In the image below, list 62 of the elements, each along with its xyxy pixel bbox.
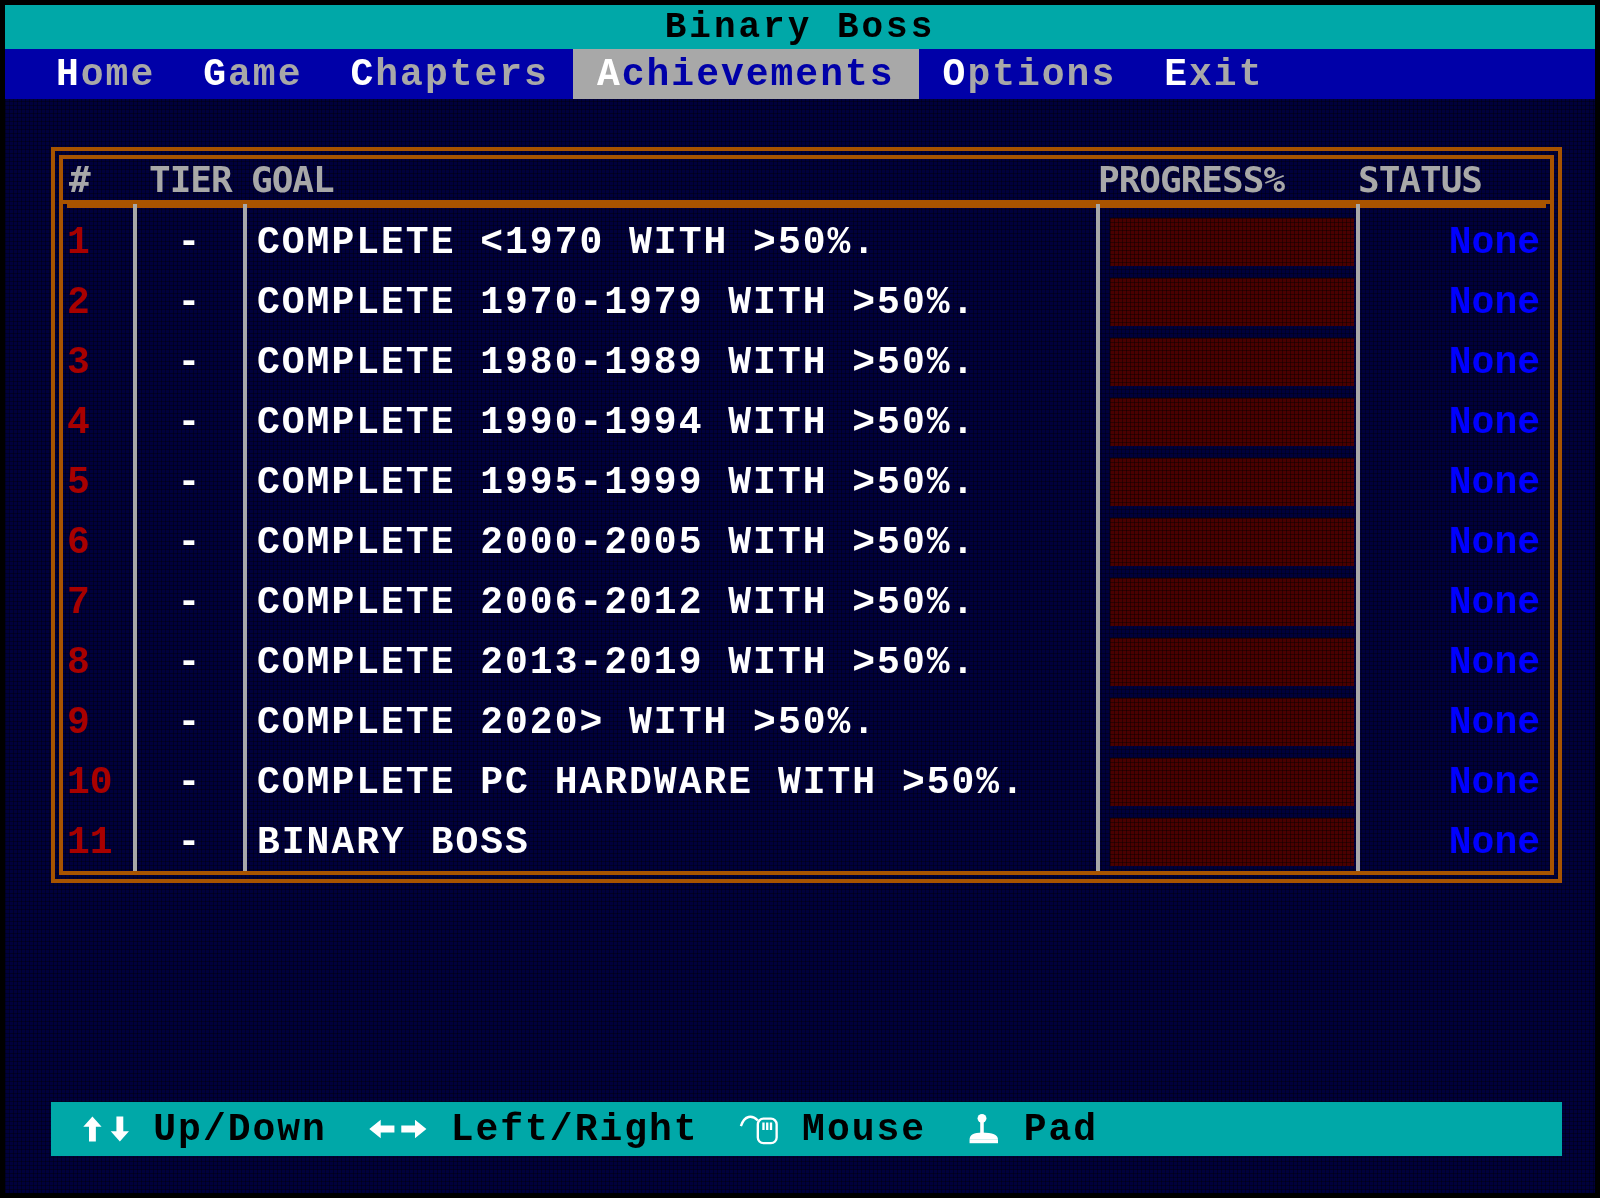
hint-label: Left/Right bbox=[450, 1107, 699, 1151]
row-number: 5 bbox=[66, 460, 91, 504]
menu-item[interactable]: Achievements bbox=[572, 49, 919, 99]
row-number: 2 bbox=[66, 280, 91, 324]
goal-cell-text: COMPLETE 1970-1979 WITH >50%. bbox=[256, 280, 978, 324]
row-number: 11 bbox=[66, 820, 114, 864]
hint-label: Up/Down bbox=[153, 1107, 327, 1151]
goal-cell-text: COMPLETE 2020> WITH >50%. bbox=[256, 700, 879, 744]
status-cell-text: None bbox=[1447, 580, 1541, 624]
goal-cell-text: COMPLETE 1980-1989 WITH >50%. bbox=[256, 340, 978, 384]
row-number: 7 bbox=[66, 580, 91, 624]
row-number: 3 bbox=[66, 340, 91, 384]
menu-item[interactable]: Home bbox=[32, 49, 180, 99]
menu-item[interactable]: Options bbox=[918, 49, 1141, 99]
tier-cell-text: - bbox=[176, 700, 202, 744]
status-cell-text: None bbox=[1447, 400, 1541, 444]
row-number: 10 bbox=[66, 760, 114, 804]
goal-cell-text: COMPLETE <1970 WITH >50%. bbox=[256, 220, 879, 264]
column-header: # bbox=[68, 159, 92, 200]
status-cell-text: None bbox=[1447, 760, 1541, 804]
row-number: 1 bbox=[66, 220, 91, 264]
row-number: 9 bbox=[66, 700, 91, 744]
goal-cell-text: COMPLETE PC HARDWARE WITH >50%. bbox=[256, 760, 1027, 804]
goal-cell-text: COMPLETE 2006-2012 WITH >50%. bbox=[256, 580, 978, 624]
status-cell-text: None bbox=[1447, 820, 1541, 864]
tier-cell-text: - bbox=[176, 520, 202, 564]
tier-cell-text: - bbox=[176, 820, 202, 864]
tier-cell-text: - bbox=[176, 280, 202, 324]
tier-cell-text: - bbox=[176, 760, 202, 804]
row-number: 4 bbox=[66, 400, 91, 444]
goal-cell-text: COMPLETE 1990-1994 WITH >50%. bbox=[256, 400, 978, 444]
mouse-icon bbox=[738, 1113, 781, 1145]
up-down-arrows-icon bbox=[81, 1113, 132, 1145]
menu-item[interactable]: Exit bbox=[1140, 49, 1288, 99]
tier-cell-text: - bbox=[176, 220, 202, 264]
status-cell-text: None bbox=[1447, 220, 1541, 264]
tier-cell-text: - bbox=[176, 340, 202, 384]
window-title: Binary Boss bbox=[664, 6, 936, 48]
status-cell-text: None bbox=[1447, 460, 1541, 504]
goal-cell-text: COMPLETE 2000-2005 WITH >50%. bbox=[256, 520, 978, 564]
hint-label: Pad bbox=[1023, 1107, 1099, 1151]
goal-cell-text: COMPLETE 1995-1999 WITH >50%. bbox=[256, 460, 978, 504]
column-header: PROGRESS% bbox=[1098, 159, 1286, 200]
row-number: 8 bbox=[66, 640, 91, 684]
menu-item[interactable]: Game bbox=[179, 49, 327, 99]
column-header: GOAL bbox=[250, 159, 335, 200]
column-header: TIER bbox=[148, 159, 234, 200]
tier-cell-text: - bbox=[176, 400, 202, 444]
status-cell-text: None bbox=[1447, 280, 1541, 324]
goal-cell-text: BINARY BOSS bbox=[256, 820, 531, 864]
row-number: 6 bbox=[66, 520, 91, 564]
hint-label: Mouse bbox=[802, 1107, 927, 1151]
menu-item[interactable]: Chapters bbox=[326, 49, 573, 99]
tier-cell-text: - bbox=[176, 580, 202, 624]
status-cell-text: None bbox=[1447, 640, 1541, 684]
column-header: STATUS bbox=[1358, 159, 1484, 200]
goal-cell-text: COMPLETE 2013-2019 WITH >50%. bbox=[256, 640, 978, 684]
status-cell-text: None bbox=[1447, 700, 1541, 744]
status-cell-text: None bbox=[1447, 340, 1541, 384]
status-cell-text: None bbox=[1447, 520, 1541, 564]
tier-cell-text: - bbox=[176, 460, 202, 504]
tier-cell-text: - bbox=[176, 640, 202, 684]
